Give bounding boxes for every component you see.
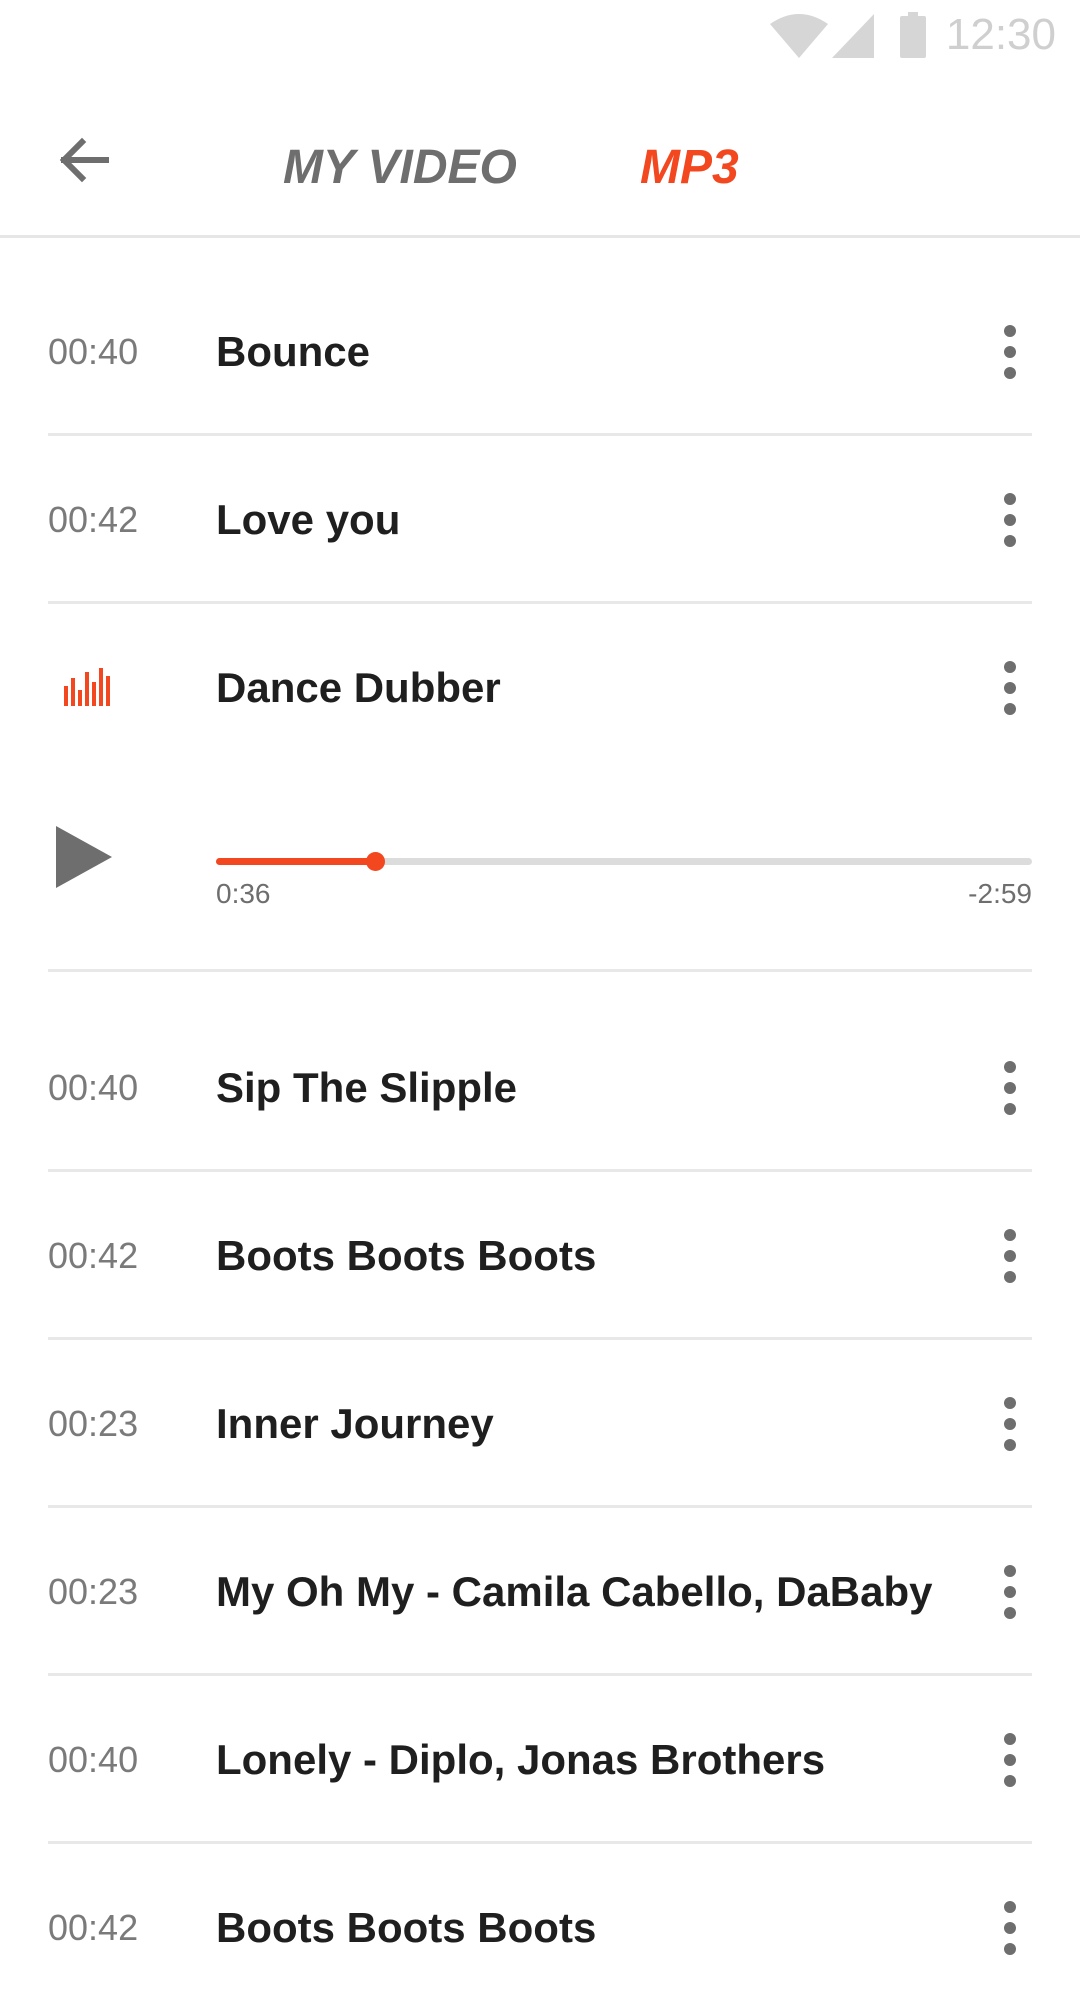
track-duration: 00:40 <box>48 1067 139 1108</box>
track-row[interactable]: 00:42 Love you <box>48 436 1032 604</box>
signal-icon <box>832 14 874 58</box>
header-bar: MY VIDEO MP3 <box>0 70 1080 238</box>
seek-bar-progress <box>216 858 376 865</box>
more-vert-icon[interactable] <box>988 1898 1032 1958</box>
seek-bar[interactable] <box>216 852 1032 871</box>
track-row[interactable]: 00:42 Boots Boots Boots <box>48 1172 1032 1340</box>
track-row[interactable]: 00:42 Boots Boots Boots <box>48 1844 1032 2012</box>
seek-bar-handle[interactable] <box>366 852 386 871</box>
remaining-time: -2:59 <box>968 878 1032 909</box>
track-duration: 00:23 <box>48 1403 139 1444</box>
play-icon[interactable] <box>54 824 114 890</box>
track-duration: 00:40 <box>48 1739 139 1780</box>
track-duration: 00:42 <box>48 499 139 540</box>
arrow-left-icon[interactable] <box>54 130 114 190</box>
tab-mp3[interactable]: MP3 <box>640 140 739 195</box>
status-time: 12:30 <box>945 10 1056 59</box>
more-vert-icon[interactable] <box>988 1226 1032 1286</box>
track-title: Inner Journey <box>216 1400 494 1447</box>
more-vert-icon[interactable] <box>988 322 1032 382</box>
track-row[interactable]: 00:23 My Oh My - Camila Cabello, DaBaby <box>48 1508 1032 1676</box>
track-row-playing[interactable]: Dance Dubber <box>48 604 1032 772</box>
more-vert-icon[interactable] <box>988 1562 1032 1622</box>
wifi-icon <box>770 14 828 58</box>
battery-icon <box>900 12 926 58</box>
more-vert-icon[interactable] <box>988 490 1032 550</box>
track-title: Dance Dubber <box>216 664 501 711</box>
more-vert-icon[interactable] <box>988 1730 1032 1790</box>
track-duration: 00:42 <box>48 1907 139 1948</box>
track-title: Boots Boots Boots <box>216 1232 597 1279</box>
track-row[interactable]: 00:40 Sip The Slipple <box>48 1004 1032 1172</box>
track-row[interactable]: 00:40 Bounce <box>48 268 1032 436</box>
more-vert-icon[interactable] <box>988 658 1032 718</box>
track-title: Lonely - Diplo, Jonas Brothers <box>216 1736 826 1783</box>
track-title: Boots Boots Boots <box>216 1904 597 1951</box>
track-title: Sip The Slipple <box>216 1064 518 1111</box>
equalizer-icon <box>64 668 110 706</box>
more-vert-icon[interactable] <box>988 1394 1032 1454</box>
track-row[interactable]: 00:40 Lonely - Diplo, Jonas Brothers <box>48 1676 1032 1844</box>
elapsed-time: 0:36 <box>216 878 271 909</box>
track-row[interactable]: 00:23 Inner Journey <box>48 1340 1032 1508</box>
more-vert-icon[interactable] <box>988 1058 1032 1118</box>
track-duration: 00:42 <box>48 1235 139 1276</box>
status-bar: 12:30 <box>0 0 1080 70</box>
track-title: Bounce <box>216 328 371 375</box>
track-duration: 00:40 <box>48 331 139 372</box>
audio-player: 0:36 -2:59 <box>48 766 1032 972</box>
track-title: My Oh My - Camila Cabello, DaBaby <box>216 1568 933 1615</box>
track-title: Love you <box>216 496 401 543</box>
track-duration: 00:23 <box>48 1571 139 1612</box>
tab-my-video[interactable]: MY VIDEO <box>283 140 517 195</box>
